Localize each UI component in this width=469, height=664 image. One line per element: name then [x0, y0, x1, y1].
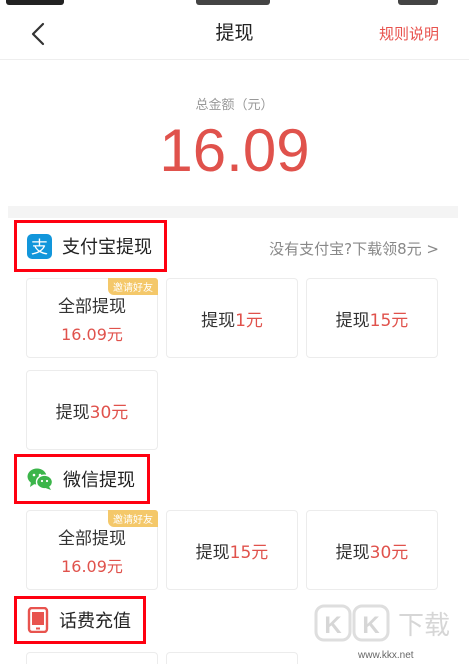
option-amount: 30元: [89, 402, 129, 423]
svg-text:支: 支: [31, 238, 48, 258]
phone-option-partial[interactable]: [166, 652, 298, 664]
phone-section-title: 话费充值: [59, 611, 131, 632]
alipay-withdraw-15-option[interactable]: 提现15元: [306, 278, 438, 358]
svg-text:K: K: [324, 612, 342, 639]
balance-amount: 16.09: [159, 117, 310, 184]
wechat-section-title: 微信提现: [63, 470, 135, 491]
phone-section-header: 话费充值: [14, 596, 146, 644]
balance-label: 总金额（元）: [195, 98, 274, 113]
alipay-withdraw-all-option[interactable]: 邀请好友 全部提现 16.09元: [26, 278, 158, 358]
option-label: 提现15元: [196, 538, 269, 563]
option-label: 提现30元: [56, 398, 129, 423]
phone-option-partial[interactable]: [26, 652, 158, 664]
watermark-url: www.kkx.net: [358, 650, 414, 661]
option-amount: 16.09元: [61, 324, 123, 344]
wechat-icon: [27, 467, 54, 491]
option-prefix: 提现: [201, 310, 236, 331]
invite-friends-badge: 邀请好友: [108, 278, 158, 295]
status-bar: [0, 0, 469, 8]
invite-friends-badge: 邀请好友: [108, 510, 158, 527]
option-amount: 15元: [229, 542, 269, 563]
status-time: [196, 0, 270, 5]
option-prefix: 提现: [335, 542, 370, 563]
alipay-icon: 支: [27, 233, 52, 259]
alipay-section-header: 支 支付宝提现: [14, 220, 167, 272]
option-label: 提现30元: [336, 538, 409, 563]
option-label: 全部提现: [58, 296, 126, 317]
option-amount: 1元: [235, 310, 263, 331]
wechat-withdraw-all-option[interactable]: 邀请好友 全部提现 16.09元: [26, 510, 158, 590]
svg-text:下载: 下载: [398, 611, 450, 641]
carrier-signal: [6, 0, 64, 5]
section-divider: [8, 206, 458, 218]
alipay-section-title: 支付宝提现: [62, 237, 152, 258]
wechat-withdraw-30-option[interactable]: 提现30元: [306, 510, 438, 590]
option-prefix: 提现: [335, 310, 370, 331]
option-amount: 16.09元: [61, 556, 123, 576]
nav-bar: 提现 规则说明: [0, 8, 469, 60]
option-amount: 30元: [369, 542, 409, 563]
wechat-withdraw-15-option[interactable]: 提现15元: [166, 510, 298, 590]
alipay-withdraw-30-option[interactable]: 提现30元: [26, 370, 158, 450]
kkx-watermark-logo: K K 下载: [314, 604, 450, 642]
alipay-withdraw-1-option[interactable]: 提现1元: [166, 278, 298, 358]
option-label: 提现1元: [201, 306, 263, 331]
rules-link[interactable]: 规则说明: [379, 24, 439, 44]
svg-text:K: K: [362, 612, 380, 639]
option-label: 全部提现: [58, 528, 126, 549]
battery-indicator: [398, 0, 438, 5]
option-prefix: 提现: [195, 542, 230, 563]
wechat-section-header: 微信提现: [14, 454, 150, 504]
option-amount: 15元: [369, 310, 409, 331]
phone-icon: [27, 606, 49, 634]
option-label: 提现15元: [336, 306, 409, 331]
alipay-download-promo[interactable]: 没有支付宝?下载领8元 >: [269, 238, 439, 259]
option-prefix: 提现: [55, 402, 90, 423]
